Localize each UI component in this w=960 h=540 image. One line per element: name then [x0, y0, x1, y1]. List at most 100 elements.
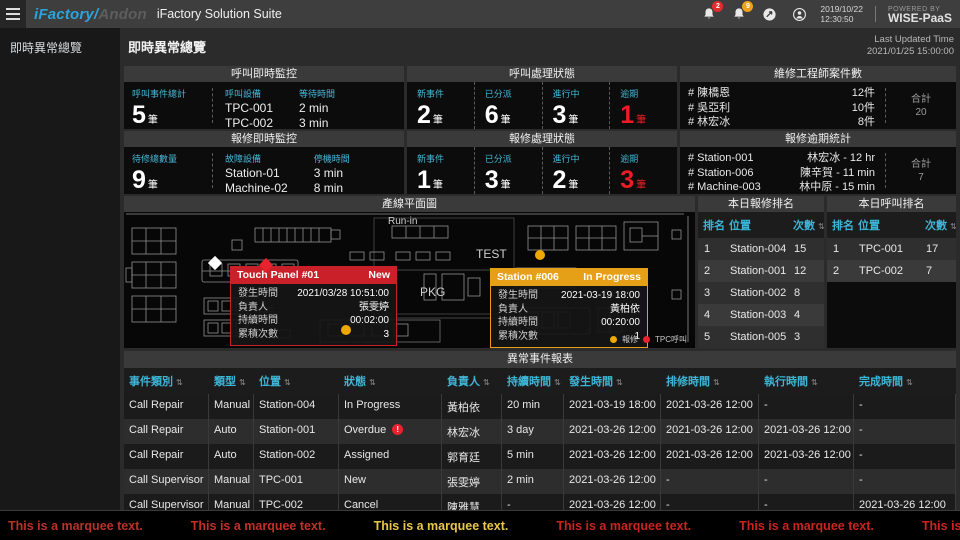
table-cell: Station-002: [724, 282, 788, 304]
page-title: 即時異常總覽: [128, 37, 206, 56]
column-header[interactable]: 狀態⇅: [339, 368, 442, 394]
panel-repair-overdue-stats: 報修逾期統計 # Station-001林宏冰 - 12 hr # Statio…: [680, 131, 956, 194]
panel-title: 報修逾期統計: [680, 131, 956, 147]
stat-unit: 筆: [148, 180, 158, 191]
panel-title: 本日報修排名: [698, 196, 824, 212]
call-ranking-table: 排名位置次數⇅1TPC-001172TPC-0027: [827, 212, 956, 282]
column-header[interactable]: 位置⇅: [254, 368, 339, 394]
sort-icon: ⇅: [483, 378, 490, 387]
column-header[interactable]: 事件類別⇅: [124, 368, 209, 394]
call-device-column: 呼叫設備 TPC-001 TPC-002: [225, 87, 273, 129]
notification-bell-icon[interactable]: 9: [730, 5, 748, 23]
panel-title: 維修工程師案件數: [680, 66, 956, 82]
table-cell: 7: [920, 260, 956, 282]
column-header[interactable]: 執行時間⇅: [759, 368, 854, 394]
table-cell: 2021-03-19 18:00: [564, 394, 661, 419]
table-cell: Station-004: [724, 238, 788, 260]
table-cell: 4: [698, 304, 724, 326]
sort-icon: ⇅: [176, 378, 183, 387]
date-text: 2019/10/22: [820, 4, 863, 14]
user-glyph: [792, 7, 807, 22]
status-in-progress: 進行中2筆: [542, 147, 610, 194]
status-in-progress: 進行中3筆: [542, 82, 610, 129]
table-cell: Station-005: [724, 326, 788, 348]
table-cell: 2: [827, 260, 853, 282]
column-header[interactable]: 完成時間⇅: [854, 368, 956, 394]
table-cell: Manual: [209, 469, 254, 494]
alarm-count-badge: 2: [712, 1, 723, 12]
area-label-test: TEST: [476, 247, 507, 261]
column-header[interactable]: 排修時間⇅: [661, 368, 759, 394]
column-header[interactable]: 位置: [853, 212, 920, 238]
table-cell: Station-001: [724, 260, 788, 282]
sort-icon: ⇅: [906, 378, 913, 387]
table-cell: Call Repair: [124, 419, 209, 444]
column-header[interactable]: 次數⇅: [920, 212, 956, 238]
panel-title: 本日呼叫排名: [827, 196, 956, 212]
table-cell: 2: [698, 260, 724, 282]
table-cell: 3: [698, 282, 724, 304]
column-header[interactable]: 排名: [698, 212, 724, 238]
table-cell: 2021-03-26 12:00: [564, 444, 661, 469]
marker-repair-yellow-circle[interactable]: [535, 250, 545, 260]
table-cell: 17: [920, 238, 956, 260]
table-cell: 2021-03-26 12:00: [661, 394, 759, 419]
overdue-list: # Station-001林宏冰 - 12 hr # Station-006陳辛…: [680, 147, 885, 194]
sort-icon: ⇅: [616, 378, 623, 387]
table-cell: 2021-03-26 12:00: [661, 444, 759, 469]
table-cell: Call Repair: [124, 394, 209, 419]
total-count: 合計 7: [886, 147, 956, 194]
table-cell: Assigned: [339, 444, 442, 469]
status-new: 新事件2筆: [407, 82, 474, 129]
column-header[interactable]: 類型⇅: [209, 368, 254, 394]
column-header[interactable]: 發生時間⇅: [564, 368, 661, 394]
topbar-actions: 2 9 2019/10/22 12:30:50 POWERED BY WISE-…: [700, 4, 960, 24]
sort-icon: ⇅: [369, 378, 376, 387]
menu-icon[interactable]: [0, 0, 26, 28]
table-cell: Call Supervisor: [124, 469, 209, 494]
sort-icon: ⇅: [713, 378, 720, 387]
clock: 2019/10/22 12:30:50: [820, 4, 863, 24]
column-header[interactable]: 次數⇅: [788, 212, 824, 238]
list-item: # 林宏冰8件: [688, 115, 875, 130]
table-cell: 黃柏依: [442, 394, 502, 419]
globe-icon[interactable]: [760, 5, 778, 23]
table-cell: TPC-001: [254, 469, 339, 494]
table-cell: -: [759, 394, 854, 419]
table-cell: -: [854, 469, 956, 494]
sidebar-item-realtime-abnormal-overview[interactable]: 即時異常總覽: [0, 28, 120, 67]
list-item: # Station-006陳辛賀 - 11 min: [688, 166, 875, 181]
marquee-text: This is a marquee text.: [191, 519, 326, 533]
user-icon[interactable]: [790, 5, 808, 23]
logo-text-ifactory: iFactory/: [34, 6, 98, 23]
table-cell: Overdue!: [339, 419, 442, 444]
marquee-bar: This is a marquee text.This is a marquee…: [0, 510, 960, 540]
map-legend: 報修 TPC呼叫: [610, 334, 687, 345]
marker-repair-yellow-circle[interactable]: [341, 325, 351, 335]
floor-map-canvas[interactable]: Run-in TEST PKG Touch Panel #01New 發生時間2…: [124, 212, 695, 348]
area-label-pkg: PKG: [420, 285, 445, 299]
column-header[interactable]: 負責人⇅: [442, 368, 502, 394]
table-cell: 1: [827, 238, 853, 260]
panel-title: 異常事件報表: [124, 351, 956, 368]
panel-repair-monitor: 報修即時監控 待修總數量 9筆 故障設備 Station-01 Machine-…: [124, 131, 404, 194]
area-label-run-in: Run-in: [388, 216, 417, 227]
panel-title: 產線平面圖: [124, 196, 695, 212]
panel-call-status: 呼叫處理狀態 新事件2筆 已分派6筆 進行中3筆 逾期1筆: [407, 66, 677, 129]
column-header[interactable]: 持續時間⇅: [502, 368, 564, 394]
status-assigned: 已分派6筆: [474, 82, 542, 129]
table-cell: 3 day: [502, 419, 564, 444]
stat-number: 5: [132, 101, 146, 129]
status-new: 新事件1筆: [407, 147, 474, 194]
stat-unit: 筆: [148, 115, 158, 126]
column-header[interactable]: 位置: [724, 212, 788, 238]
alarm-bell-icon[interactable]: 2: [700, 5, 718, 23]
map-tooltip-touch-panel-01[interactable]: Touch Panel #01New 發生時間2021/03/28 10:51:…: [230, 266, 397, 346]
table-cell: 2021-03-26 12:00: [759, 444, 854, 469]
table-cell: 郭育廷: [442, 444, 502, 469]
panel-repair-ranking: 本日報修排名 排名位置次數⇅1Station-004152Station-001…: [698, 196, 824, 348]
column-header[interactable]: 排名: [827, 212, 853, 238]
status-assigned: 已分派3筆: [474, 147, 542, 194]
repair-legend-dot: [610, 336, 617, 343]
table-cell: 3: [788, 326, 824, 348]
